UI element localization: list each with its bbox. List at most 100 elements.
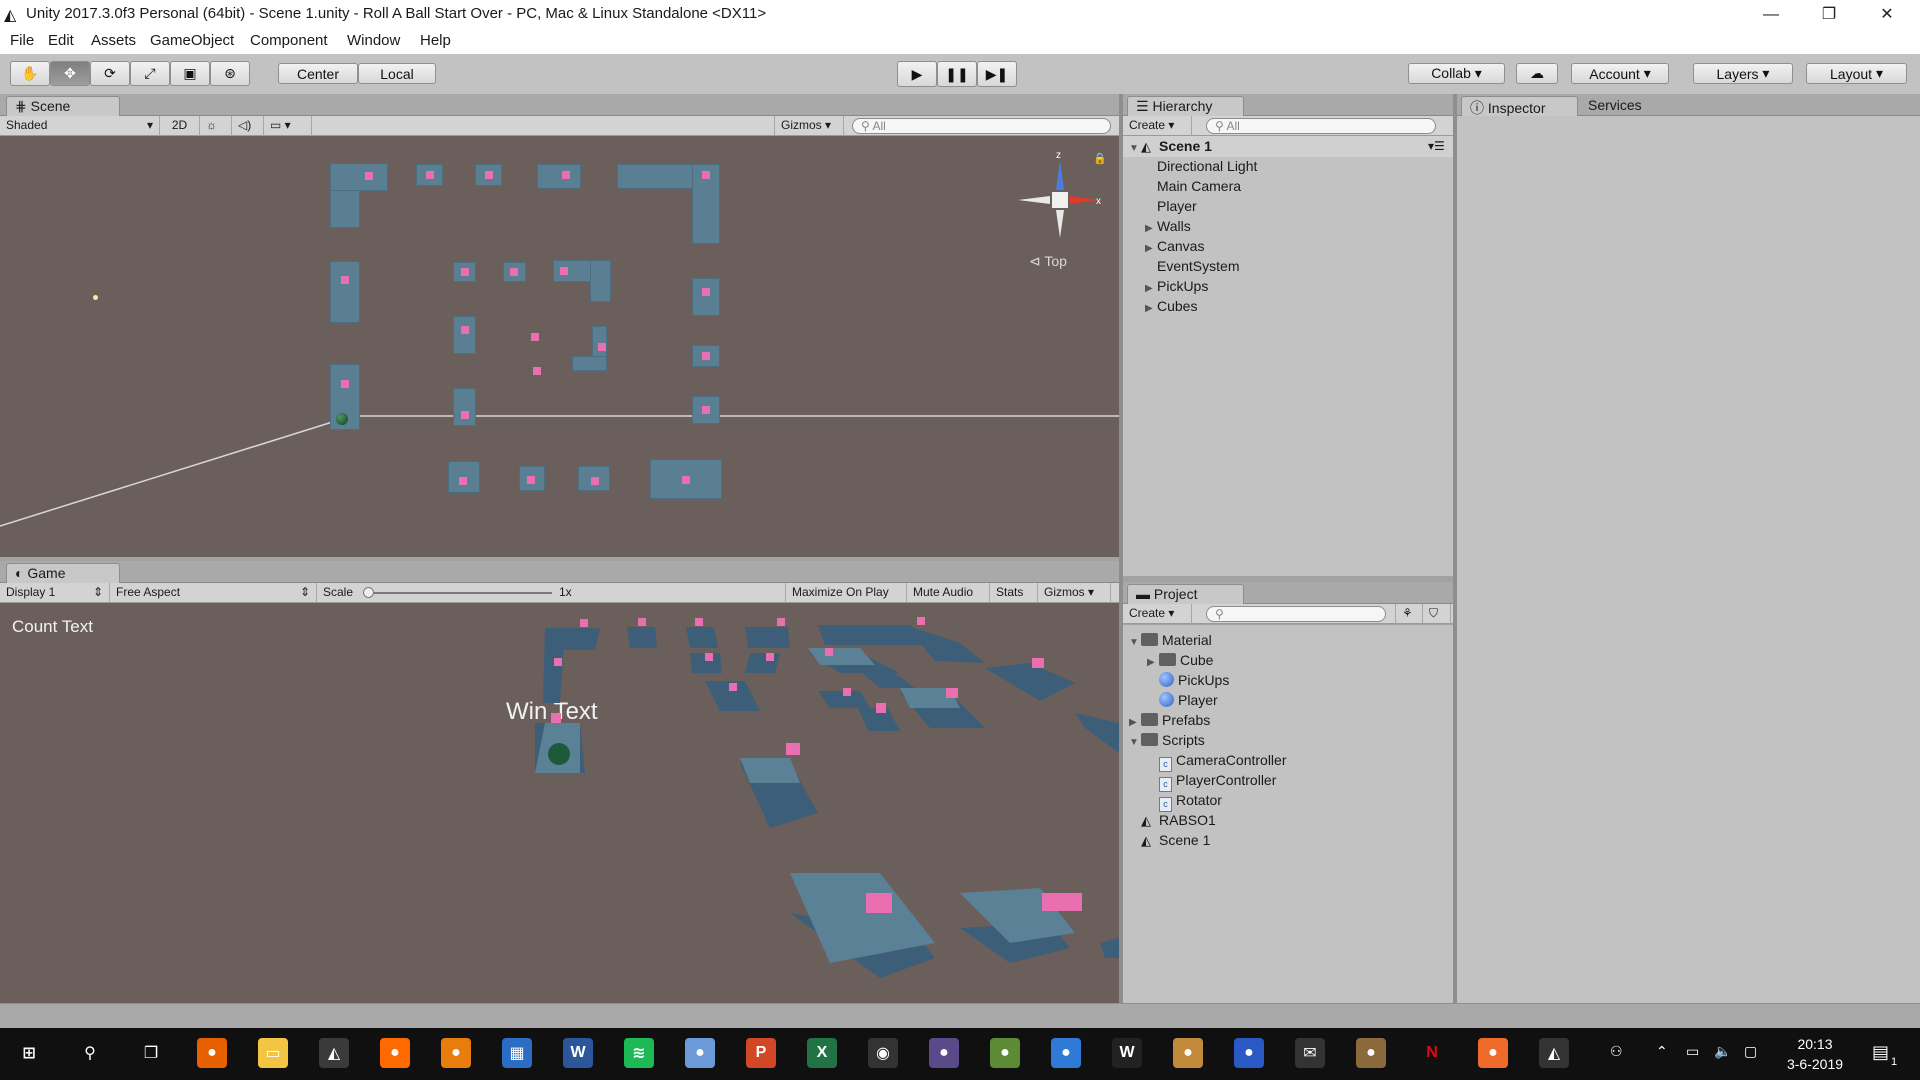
display-dropdown[interactable]: Display 1 ⇕ — [0, 583, 110, 603]
play-button[interactable]: ▶ — [897, 61, 937, 87]
menu-window[interactable]: Window — [347, 32, 400, 49]
move-tool-icon[interactable]: ✥ — [50, 61, 90, 86]
lighting-toggle-icon[interactable]: ☼ — [200, 116, 232, 136]
rotate-tool-icon[interactable]: ⟳ — [90, 61, 130, 86]
file-explorer-icon[interactable]: ▭ — [258, 1038, 288, 1068]
scene-viewport[interactable]: z x ⊲ Top 🔒 — [0, 136, 1119, 557]
sonic-icon[interactable]: ● — [1234, 1038, 1264, 1068]
panel-divider[interactable] — [1453, 94, 1457, 1003]
hand-tool-icon[interactable]: ✋ — [10, 61, 50, 86]
layout-dropdown[interactable]: Layout ▾ — [1806, 63, 1907, 84]
tray-chevron-icon[interactable]: ⌃ — [1656, 1043, 1668, 1060]
game-icon[interactable]: ● — [929, 1038, 959, 1068]
restore-button[interactable]: ❐ — [1800, 0, 1858, 29]
tab-services[interactable]: Services — [1580, 96, 1680, 116]
scale-slider-track[interactable] — [367, 592, 552, 594]
hierarchy-item[interactable]: Player — [1145, 196, 1197, 216]
menu-help[interactable]: Help — [420, 32, 451, 49]
tab-inspector[interactable]: ⓘ Inspector — [1461, 96, 1578, 116]
collab-button[interactable]: Collab ▾ — [1408, 63, 1505, 84]
netflix-icon[interactable]: N — [1417, 1038, 1447, 1068]
project-item[interactable]: c CameraController — [1147, 750, 1286, 772]
project-item[interactable]: Player — [1147, 690, 1218, 710]
maximize-on-play-toggle[interactable]: Maximize On Play — [785, 583, 907, 603]
audio-toggle-icon[interactable]: ◁) — [232, 116, 264, 136]
game-gizmos-dropdown[interactable]: Gizmos ▾ — [1038, 583, 1111, 603]
scene-gizmos-dropdown[interactable]: Gizmos ▾ — [774, 116, 844, 136]
network-icon[interactable]: ▢ — [1744, 1043, 1757, 1060]
scale-slider-thumb[interactable] — [363, 587, 374, 598]
excel-icon[interactable]: X — [807, 1038, 837, 1068]
tab-scene[interactable]: ⋕ Scene — [6, 96, 120, 116]
notifications-icon[interactable]: ▤ — [1872, 1042, 1889, 1063]
clock[interactable]: 20:13 3-6-2019 — [1780, 1034, 1850, 1074]
expand-arrow-icon[interactable]: ▼ — [1129, 633, 1141, 653]
pause-button[interactable]: ❚❚ — [937, 61, 977, 87]
expand-arrow-icon[interactable]: ▶ — [1145, 299, 1157, 319]
start-icon[interactable]: ⊞ — [14, 1038, 44, 1068]
mode-2d-toggle[interactable]: 2D — [160, 116, 200, 136]
menu-edit[interactable]: Edit — [48, 32, 74, 49]
mail-icon[interactable]: ✉ — [1295, 1038, 1325, 1068]
close-button[interactable]: ✕ — [1858, 0, 1916, 29]
mute-audio-toggle[interactable]: Mute Audio — [907, 583, 990, 603]
project-item[interactable]: ◭ Scene 1 — [1129, 830, 1210, 851]
tools-icon[interactable]: ● — [1356, 1038, 1386, 1068]
hierarchy-item[interactable]: ▶ Cubes — [1145, 296, 1197, 319]
filter-by-type-icon[interactable]: ⚘ — [1395, 604, 1423, 624]
project-item[interactable]: c Rotator — [1147, 790, 1222, 812]
hierarchy-create-dropdown[interactable]: Create ▾ — [1123, 116, 1192, 136]
hierarchy-item[interactable]: Directional Light — [1145, 156, 1257, 176]
project-create-dropdown[interactable]: Create ▾ — [1123, 604, 1192, 624]
remote-desktop-icon[interactable]: ● — [1051, 1038, 1081, 1068]
stats-toggle[interactable]: Stats — [990, 583, 1038, 603]
filter-by-label-icon[interactable]: ⛉ — [1423, 604, 1451, 624]
spotify-icon[interactable]: ≋ — [624, 1038, 654, 1068]
menu-gameobject[interactable]: GameObject — [150, 32, 234, 49]
hierarchy-search-input[interactable]: ⚲ All — [1206, 118, 1436, 134]
word-icon[interactable]: W — [563, 1038, 593, 1068]
menu-file[interactable]: File — [10, 32, 34, 49]
tab-game[interactable]: ◐ Game — [6, 563, 120, 583]
powerpoint-icon[interactable]: P — [746, 1038, 776, 1068]
project-item[interactable]: PickUps — [1147, 670, 1229, 690]
transform-tool-icon[interactable]: ⊛ — [210, 61, 250, 86]
brave-icon[interactable]: ● — [1478, 1038, 1508, 1068]
aspect-dropdown[interactable]: Free Aspect ⇕ — [110, 583, 317, 603]
tab-hierarchy[interactable]: ☰ Hierarchy — [1127, 96, 1244, 116]
project-item[interactable]: c PlayerController — [1147, 770, 1276, 792]
task-view-icon[interactable]: ❐ — [136, 1038, 166, 1068]
houdini-icon[interactable]: ● — [380, 1038, 410, 1068]
hierarchy-item[interactable]: EventSystem — [1145, 256, 1239, 276]
effects-dropdown-icon[interactable]: ▭ ▾ — [264, 116, 312, 136]
project-item[interactable]: ◭ RABSO1 — [1129, 810, 1216, 831]
scene-orientation-gizmo[interactable]: z x — [1010, 150, 1110, 250]
step-button[interactable]: ▶❚ — [977, 61, 1017, 87]
hierarchy-item[interactable]: Main Camera — [1145, 176, 1241, 196]
minimize-button[interactable]: — — [1742, 0, 1800, 29]
store-icon[interactable]: ▦ — [502, 1038, 532, 1068]
rect-tool-icon[interactable]: ▣ — [170, 61, 210, 86]
unity-icon[interactable]: ◭ — [319, 1038, 349, 1068]
camera-icon[interactable]: ◉ — [868, 1038, 898, 1068]
game-viewport[interactable]: Count Text Win Text — [0, 603, 1119, 1003]
wattpad-icon[interactable]: W — [1112, 1038, 1142, 1068]
shading-mode-dropdown[interactable]: Shaded ▾ — [0, 116, 160, 136]
cloud-icon[interactable]: ☁ — [1516, 63, 1558, 84]
scale-tool-icon[interactable]: ⤢ — [130, 61, 170, 86]
app-icon[interactable]: ● — [1173, 1038, 1203, 1068]
expand-arrow-icon[interactable]: ▼ — [1129, 139, 1141, 159]
expand-arrow-icon[interactable]: ▼ — [1129, 733, 1141, 753]
scene-options-icon[interactable]: ▾☰ — [1428, 136, 1445, 156]
pivot-local-button[interactable]: Local — [358, 63, 436, 84]
paint-icon[interactable]: ● — [685, 1038, 715, 1068]
account-dropdown[interactable]: Account ▾ — [1571, 63, 1669, 84]
minecraft-icon[interactable]: ● — [990, 1038, 1020, 1068]
scene-search-input[interactable]: ⚲ All — [852, 118, 1111, 134]
menu-assets[interactable]: Assets — [91, 32, 136, 49]
menu-component[interactable]: Component — [250, 32, 328, 49]
project-search-input[interactable]: ⚲ — [1206, 606, 1386, 622]
battery-icon[interactable]: ▭ — [1686, 1043, 1699, 1060]
people-icon[interactable]: ⚇ — [1610, 1043, 1623, 1060]
panel-divider[interactable] — [1119, 94, 1123, 1003]
